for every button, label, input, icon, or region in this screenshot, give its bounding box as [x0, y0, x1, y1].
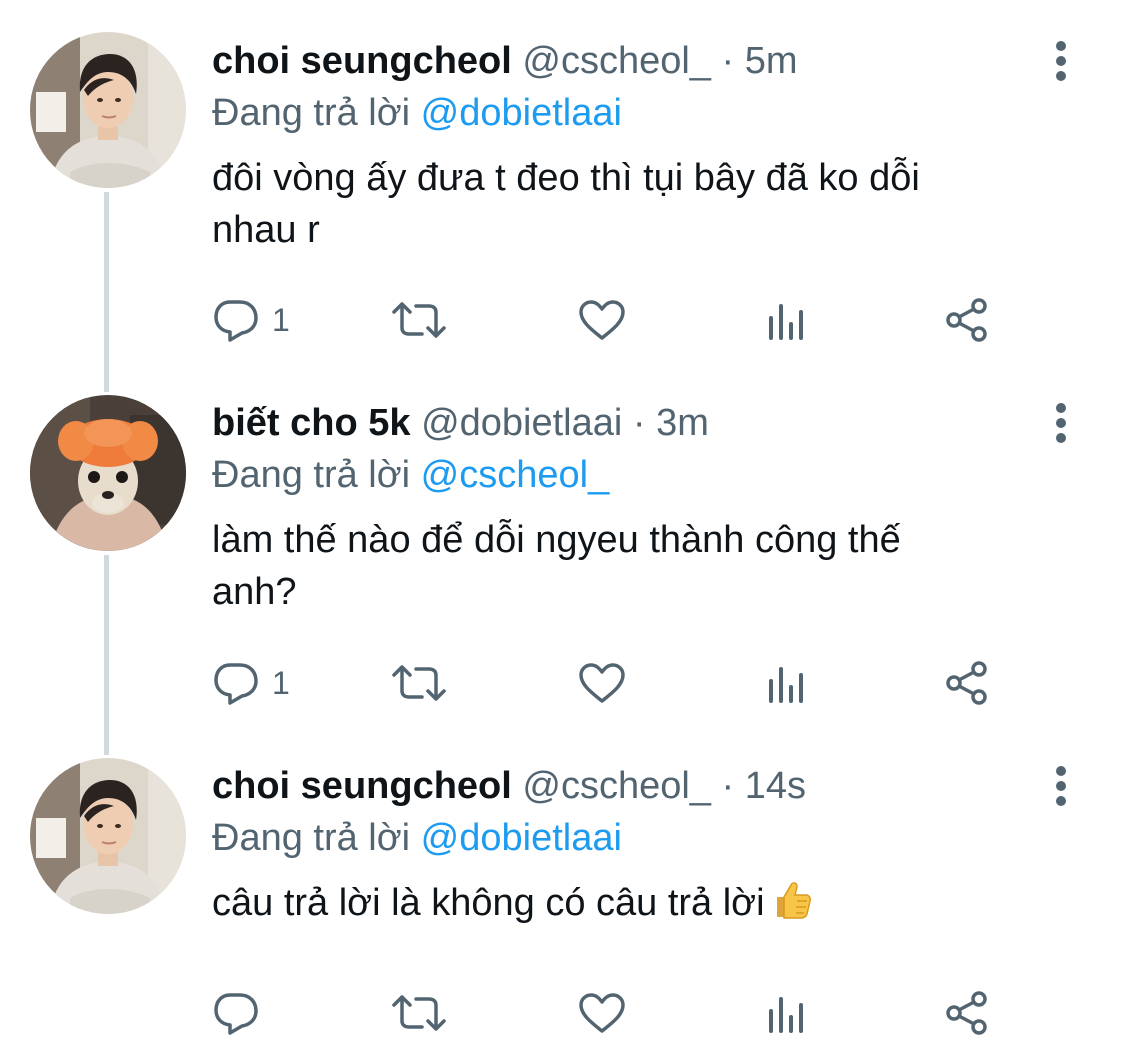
mention-link[interactable]: @dobietlaai [421, 817, 622, 859]
like-button[interactable] [578, 653, 626, 713]
avatar[interactable] [30, 32, 186, 188]
tweet-text-container: câu trả lời là không có câu trả lời [212, 877, 1085, 935]
timestamp[interactable]: 5m [745, 40, 798, 82]
tweet-actions: 1 [212, 290, 1012, 350]
reply-button[interactable]: 1 [212, 290, 290, 350]
timestamp[interactable]: 3m [656, 402, 709, 444]
more-button[interactable] [1041, 761, 1081, 811]
tweet-header: choi seungcheol @cscheol_ · 5m [212, 38, 1085, 84]
tweet-actions [212, 983, 1012, 1043]
retweet-icon [392, 302, 446, 338]
share-icon [946, 991, 987, 1035]
reply-icon [214, 993, 258, 1035]
views-icon [769, 997, 803, 1033]
heart-icon [579, 663, 625, 703]
replying-to: Đang trả lời @dobietlaai [212, 90, 1085, 136]
like-button[interactable] [578, 983, 626, 1043]
thumbs-up-icon [771, 879, 813, 935]
reply-button[interactable] [212, 983, 272, 1043]
tweet-text: câu trả lời là không có câu trả lời [212, 882, 765, 924]
timestamp[interactable]: 14s [745, 765, 806, 807]
replying-to-label: Đang trả lời [212, 817, 411, 859]
reply-count: 1 [272, 664, 290, 701]
share-button[interactable] [944, 983, 990, 1043]
avatar[interactable] [30, 395, 186, 551]
more-vertical-icon [1056, 766, 1066, 806]
retweet-button[interactable] [390, 290, 448, 350]
reply-thread: choi seungcheol @cscheol_ · 5m Đang trả … [0, 0, 1125, 1062]
person-avatar-image [30, 32, 186, 188]
tweet-header: biết cho 5k @dobietlaai · 3m [212, 400, 1085, 446]
user-handle[interactable]: @cscheol_ [522, 765, 711, 807]
thread-connector [104, 555, 109, 755]
tweet-header: choi seungcheol @cscheol_ · 14s [212, 763, 1085, 809]
separator-dot: · [632, 402, 646, 444]
user-handle[interactable]: @cscheol_ [522, 40, 711, 82]
tweet-text: làm thế nào để dỗi ngyeu thành công thế … [212, 519, 901, 613]
avatar[interactable] [30, 758, 186, 914]
mention-link[interactable]: @dobietlaai [421, 92, 622, 134]
share-icon [946, 298, 987, 342]
dog-avatar-image [30, 395, 186, 551]
more-vertical-icon [1056, 403, 1066, 443]
mention-link[interactable]: @cscheol_ [421, 454, 610, 496]
tweet-text: đôi vòng ấy đưa t đeo thì tụi bây đã ko … [212, 157, 920, 251]
views-button[interactable] [766, 653, 808, 713]
separator-dot: · [721, 765, 735, 807]
reply-icon [214, 663, 258, 705]
views-button[interactable] [766, 290, 808, 350]
tweet-actions: 1 [212, 653, 1012, 713]
share-icon [946, 661, 987, 705]
views-icon [769, 667, 803, 703]
reply-count: 1 [272, 301, 290, 338]
more-button[interactable] [1041, 398, 1081, 448]
retweet-icon [392, 665, 446, 701]
like-button[interactable] [578, 290, 626, 350]
display-name[interactable]: choi seungcheol [212, 40, 512, 82]
retweet-button[interactable] [390, 653, 448, 713]
views-button[interactable] [766, 983, 808, 1043]
heart-icon [579, 993, 625, 1033]
share-button[interactable] [944, 653, 990, 713]
share-button[interactable] [944, 290, 990, 350]
more-button[interactable] [1041, 36, 1081, 86]
heart-icon [579, 300, 625, 340]
more-vertical-icon [1056, 41, 1066, 81]
separator-dot: · [721, 40, 735, 82]
retweet-button[interactable] [390, 983, 448, 1043]
retweet-icon [392, 995, 446, 1031]
replying-to: Đang trả lời @dobietlaai [212, 815, 1085, 861]
user-handle[interactable]: @dobietlaai [421, 402, 622, 444]
replying-to-label: Đang trả lời [212, 92, 411, 134]
replying-to: Đang trả lời @cscheol_ [212, 452, 1085, 498]
display-name[interactable]: biết cho 5k [212, 402, 411, 444]
reply-button[interactable]: 1 [212, 653, 290, 713]
reply-icon [214, 300, 258, 342]
replying-to-label: Đang trả lời [212, 454, 411, 496]
thread-connector [104, 192, 109, 392]
views-icon [769, 304, 803, 340]
display-name[interactable]: choi seungcheol [212, 765, 512, 807]
person-avatar-image [30, 758, 186, 914]
